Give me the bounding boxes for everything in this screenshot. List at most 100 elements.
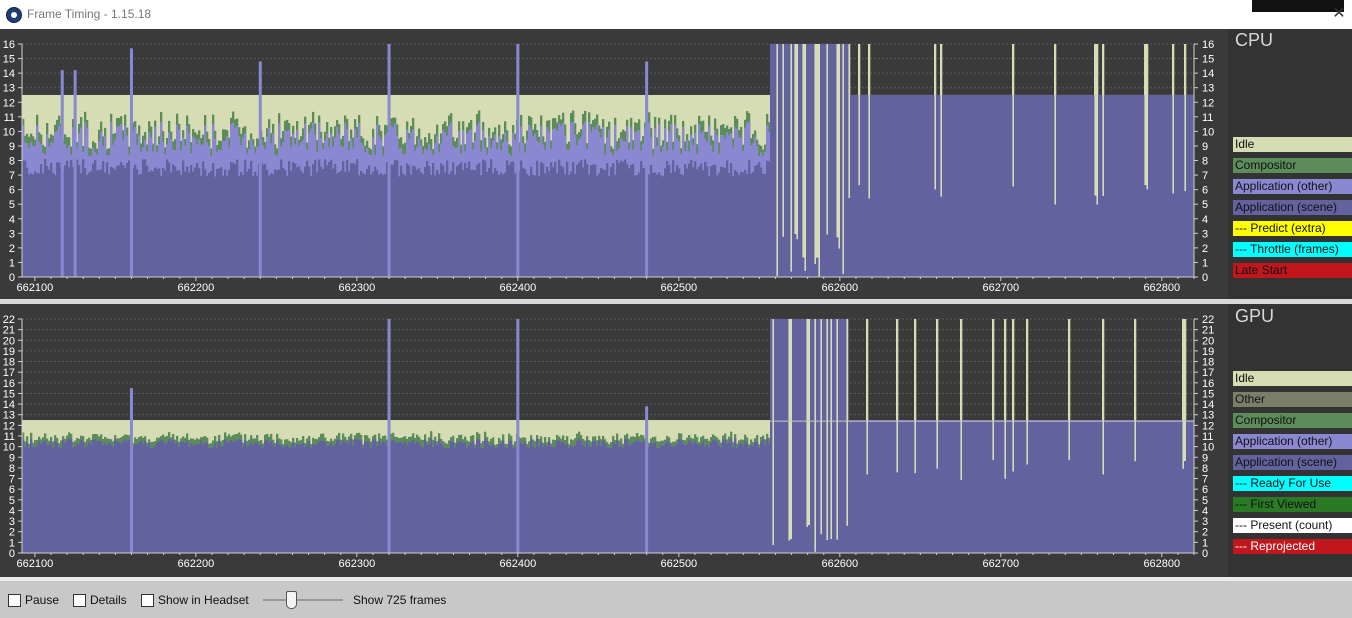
y-tick-label-right: 5 [1202, 199, 1208, 211]
frames-slider-track[interactable] [263, 599, 343, 601]
y-tick-label-right: 7 [1202, 474, 1208, 486]
spike-mark [60, 70, 64, 278]
x-tick-label: 662800 [1143, 558, 1180, 570]
y-tick-label-right: 17 [1202, 367, 1214, 379]
y-tick-label-right: 7 [1202, 170, 1208, 182]
x-tick-label: 662400 [499, 558, 536, 570]
x-tick-label: 662800 [1143, 282, 1180, 294]
legend-item-idle: Idle [1233, 137, 1352, 152]
spike-mark [387, 319, 391, 553]
spike-mark [129, 388, 133, 553]
steamvr-app-icon [6, 7, 22, 23]
controls-bar: Pause Details Show in Headset Show 725 f… [0, 583, 1352, 618]
y-tick-label-left: 7 [9, 170, 15, 182]
y-tick-label-right: 22 [1202, 314, 1214, 326]
legend-item-idle: Idle [1233, 371, 1352, 386]
pause-label: Pause [25, 593, 60, 607]
legend-item-application-other: Application (other) [1233, 179, 1352, 194]
y-tick-label-left: 5 [9, 495, 15, 507]
y-tick-label-right: 8 [1202, 463, 1208, 475]
details-label: Details [90, 593, 127, 607]
spike-mark [129, 48, 133, 278]
y-tick-label-left: 4 [9, 505, 15, 517]
y-tick-label-right: 10 [1202, 126, 1214, 138]
y-tick-label-left: 1 [9, 537, 15, 549]
y-tick-label-left: 13 [3, 83, 15, 95]
y-tick-label-right: 19 [1202, 346, 1214, 358]
legend-item-ready-for-use: --- Ready For Use [1233, 476, 1352, 491]
x-tick-label: 662500 [660, 282, 697, 294]
y-tick-label-left: 15 [3, 54, 15, 66]
y-tick-label-left: 18 [3, 357, 15, 369]
y-tick-label-right: 16 [1202, 378, 1214, 390]
spike-mark [258, 61, 262, 277]
window-title: Frame Timing - 1.15.18 [27, 7, 152, 21]
show-in-headset-checkbox[interactable] [141, 594, 154, 607]
y-tick-label-left: 14 [3, 68, 15, 80]
pause-checkbox[interactable] [8, 594, 21, 607]
y-tick-label-left: 5 [9, 199, 15, 211]
x-tick-label: 662600 [821, 558, 858, 570]
legend-item-application-other: Application (other) [1233, 434, 1352, 449]
show-frames-label: Show 725 frames [353, 593, 447, 607]
y-tick-label-right: 14 [1202, 68, 1214, 80]
y-tick-label-right: 6 [1202, 185, 1208, 197]
y-tick-label-left: 22 [3, 314, 15, 326]
y-tick-label-right: 14 [1202, 399, 1214, 411]
y-tick-label-left: 2 [9, 243, 15, 255]
legend-item-application-scene: Application (scene) [1233, 200, 1352, 215]
y-tick-label-left: 12 [3, 97, 15, 109]
y-tick-label-right: 18 [1202, 357, 1214, 369]
x-tick-label: 662100 [17, 558, 54, 570]
y-tick-label-right: 0 [1202, 548, 1208, 560]
y-tick-label-left: 1 [9, 257, 15, 269]
y-tick-label-left: 10 [3, 126, 15, 138]
y-tick-label-right: 16 [1202, 39, 1214, 51]
spike-mark [387, 44, 391, 277]
legend-item-late-start: Late Start [1233, 263, 1352, 278]
legend-item-application-scene: Application (scene) [1233, 455, 1352, 470]
y-tick-label-left: 8 [9, 156, 15, 168]
spike-mark [73, 70, 77, 278]
y-tick-label-left: 14 [3, 399, 15, 411]
spike-mark [516, 319, 520, 553]
legend-item-predict-extra: --- Predict (extra) [1233, 221, 1352, 236]
y-tick-label-left: 19 [3, 346, 15, 358]
y-tick-label-left: 2 [9, 527, 15, 539]
details-checkbox[interactable] [73, 594, 86, 607]
x-tick-label: 662700 [982, 282, 1019, 294]
y-tick-label-right: 2 [1202, 243, 1208, 255]
gpu-legend-title: GPU [1235, 306, 1275, 326]
y-tick-label-right: 3 [1202, 228, 1208, 240]
x-tick-label: 662400 [499, 282, 536, 294]
y-tick-label-right: 0 [1202, 272, 1208, 284]
y-tick-label-right: 8 [1202, 156, 1208, 168]
y-tick-label-left: 0 [9, 548, 15, 560]
spike-mark [645, 406, 649, 553]
legend-item-compositor: Compositor [1233, 413, 1352, 428]
y-tick-label-right: 4 [1202, 214, 1208, 226]
x-tick-label: 662300 [338, 282, 375, 294]
cpu-chart: 0 01 12 23 34 45 56 67 78 89 910 1011 1112 1213 1314 14… [3, 39, 1215, 294]
y-tick-label-right: 12 [1202, 420, 1214, 432]
y-tick-label-right: 5 [1202, 495, 1208, 507]
y-tick-label-right: 4 [1202, 505, 1208, 517]
x-tick-label: 662700 [982, 558, 1019, 570]
y-tick-label-left: 21 [3, 325, 15, 337]
y-tick-label-left: 6 [9, 484, 15, 496]
y-tick-label-left: 8 [9, 463, 15, 475]
y-tick-label-right: 21 [1202, 325, 1214, 337]
y-tick-label-left: 9 [9, 452, 15, 464]
legend-item-first-viewed: --- First Viewed [1233, 497, 1352, 512]
y-tick-label-left: 0 [9, 272, 15, 284]
y-tick-label-left: 7 [9, 474, 15, 486]
y-tick-label-left: 11 [4, 431, 15, 443]
y-tick-label-left: 11 [4, 112, 15, 124]
y-tick-label-left: 3 [9, 228, 15, 240]
close-button[interactable]: ✕ [1330, 5, 1348, 23]
legend-item-compositor: Compositor [1233, 158, 1352, 173]
frames-slider-thumb[interactable] [286, 591, 297, 609]
bottom-strip [0, 577, 1352, 581]
spike-mark [645, 61, 649, 277]
spike-mark [516, 44, 520, 277]
